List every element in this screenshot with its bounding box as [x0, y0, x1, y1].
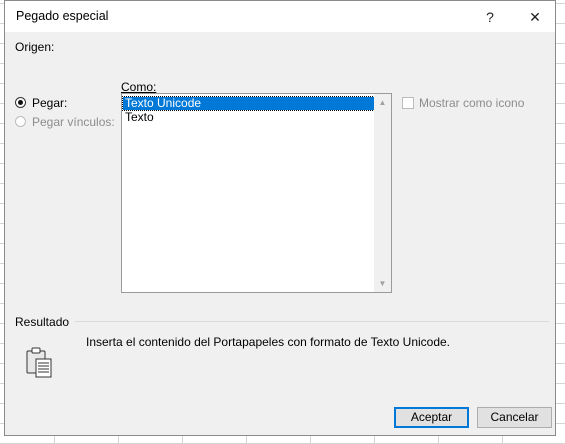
como-listbox[interactable]: Texto Unicode Texto ▲ ▼: [121, 93, 392, 293]
close-button[interactable]: ✕: [525, 7, 545, 27]
paste-radio-label[interactable]: Pegar:: [32, 96, 67, 110]
result-description: Inserta el contenido del Portapapeles co…: [86, 335, 451, 349]
paste-radio[interactable]: [15, 97, 26, 108]
dialog-titlebar: Pegado especial ? ✕: [5, 1, 555, 32]
list-item-texto-unicode[interactable]: Texto Unicode: [122, 96, 375, 111]
paste-special-dialog: Pegado especial ? ✕ Origen: Como: Pegar:…: [4, 0, 556, 436]
help-button[interactable]: ?: [480, 7, 500, 27]
result-separator: [75, 321, 549, 322]
result-label: Resultado: [15, 315, 70, 329]
listbox-scrollbar[interactable]: ▲ ▼: [374, 94, 391, 292]
show-as-icon-checkbox[interactable]: [402, 97, 414, 109]
cancel-button[interactable]: Cancelar: [477, 407, 552, 428]
paste-links-radio[interactable]: [15, 116, 26, 127]
ok-button[interactable]: Aceptar: [394, 407, 469, 428]
origin-label: Origen:: [15, 40, 55, 54]
clipboard-icon: [26, 347, 52, 378]
dialog-title: Pegado especial: [16, 9, 109, 23]
scroll-down-icon[interactable]: ▼: [374, 275, 391, 292]
scroll-up-icon[interactable]: ▲: [374, 94, 391, 111]
list-item-texto[interactable]: Texto: [123, 111, 374, 124]
show-as-icon-label: Mostrar como icono: [419, 96, 525, 110]
como-label: Como:: [121, 80, 157, 94]
paste-links-radio-label: Pegar vínculos:: [32, 115, 115, 129]
